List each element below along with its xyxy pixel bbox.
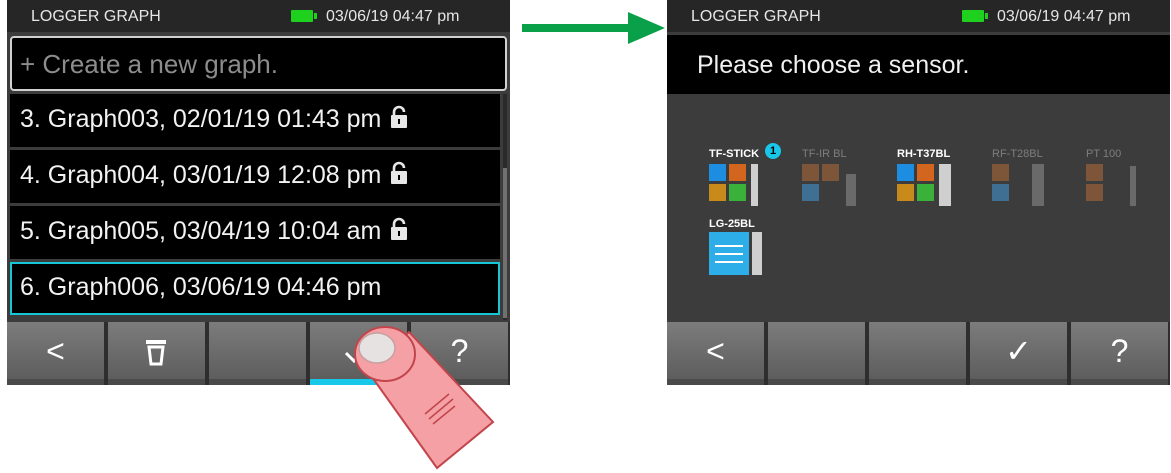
graph-list-item-6-selected[interactable]: 6. Graph006, 03/06/19 04:46 pm: [10, 262, 500, 315]
sensor-name: TF-IR BL: [802, 148, 847, 160]
back-button[interactable]: <: [7, 322, 104, 385]
temperature-icon: [917, 164, 934, 181]
flow-icon: [709, 232, 749, 275]
create-graph-button[interactable]: + Create a new graph.: [10, 36, 507, 91]
app-title: LOGGER GRAPH: [31, 8, 161, 25]
temperature-icon: [729, 164, 746, 181]
back-button[interactable]: <: [667, 322, 764, 385]
sensor-pt-100: PT 100: [1084, 148, 1159, 214]
sensor-tf-ir-bl: TF-IR BL: [800, 148, 875, 214]
status-datetime: 03/06/19 04:47 pm: [997, 8, 1131, 25]
temperature-icon: [1086, 184, 1103, 201]
key-underline: [209, 379, 306, 385]
scrollbar-thumb[interactable]: [503, 168, 507, 318]
sensor-rh-t37bl[interactable]: RH-T37BL: [895, 148, 970, 214]
back-label: <: [706, 333, 725, 369]
confirm-label: ✓: [1005, 333, 1032, 369]
graph-label: 3. Graph003, 02/01/19 01:43 pm: [20, 105, 382, 133]
help-label: ?: [1110, 333, 1129, 369]
probe-icon: [1032, 164, 1044, 206]
graph-label: 6. Graph006, 03/06/19 04:46 pm: [20, 273, 382, 301]
sensor-name: RH-T37BL: [897, 148, 951, 160]
pointing-finger-icon: [354, 326, 495, 470]
humidity-icon: [802, 184, 819, 201]
status-bar: LOGGER GRAPH 03/06/19 04:47 pm: [7, 0, 510, 32]
probe-icon: [1130, 166, 1136, 206]
temperature-icon: [992, 164, 1009, 181]
delete-button[interactable]: [108, 322, 205, 385]
lock-icon: [391, 161, 408, 184]
dewpoint-icon: [709, 184, 726, 201]
lock-icon: [391, 217, 408, 240]
key-underline: [7, 379, 104, 385]
humidity-icon: [992, 184, 1009, 201]
prompt-text: Please choose a sensor.: [667, 35, 1170, 94]
back-label: <: [46, 333, 65, 369]
key-underline: [1071, 379, 1168, 385]
sensor-name: PT 100: [1086, 148, 1122, 160]
right-screen: LOGGER GRAPH 03/06/19 04:47 pm Please ch…: [667, 0, 1170, 385]
key-underline: [108, 379, 205, 385]
empty-soft-key[interactable]: [869, 322, 966, 385]
trash-icon: [146, 340, 166, 366]
temperature-icon: [822, 164, 839, 181]
graph-list-item-3[interactable]: 3. Graph003, 02/01/19 01:43 pm: [10, 94, 500, 147]
sensor-name: RF-T28BL: [992, 148, 1043, 160]
status-bar: LOGGER GRAPH 03/06/19 04:47 pm: [667, 0, 1170, 32]
empty-soft-key[interactable]: [768, 322, 865, 385]
probe-icon: [752, 232, 762, 275]
app-title: LOGGER GRAPH: [691, 8, 821, 25]
empty-soft-key[interactable]: [209, 322, 306, 385]
graph-list-item-4[interactable]: 4. Graph004, 03/01/19 12:08 pm: [10, 150, 500, 203]
battery-full-icon: [962, 10, 988, 22]
temperature-icon: [802, 164, 819, 181]
key-underline: [667, 379, 764, 385]
sensor-name: LG-25BL: [709, 218, 755, 230]
key-underline: [869, 379, 966, 385]
probe-icon: [939, 164, 951, 206]
sensor-badge: 1: [765, 143, 781, 159]
sensor-lg-25bl[interactable]: LG-25BL: [707, 218, 782, 284]
graph-label: 5. Graph005, 03/04/19 10:04 am: [20, 217, 382, 245]
key-underline: [768, 379, 865, 385]
sensor-rf-t28bl: RF-T28BL: [990, 148, 1065, 214]
wetbulb-icon: [729, 184, 746, 201]
soft-key-bar: < ✓ ?: [667, 322, 1170, 385]
humidity-icon: [709, 164, 726, 181]
humidity-icon: [897, 164, 914, 181]
sensor-name: TF-STICK: [709, 148, 760, 160]
confirm-button[interactable]: ✓: [970, 322, 1067, 385]
probe-icon: [751, 164, 758, 206]
graph-list-item-5[interactable]: 5. Graph005, 03/04/19 10:04 am: [10, 206, 500, 259]
arrow-right-icon: [522, 12, 665, 44]
temperature-icon: [1086, 164, 1103, 181]
probe-icon: [846, 174, 856, 206]
battery-full-icon: [291, 10, 317, 22]
help-button[interactable]: ?: [1071, 322, 1168, 385]
lock-icon: [391, 105, 408, 128]
sensor-tf-stick[interactable]: TF-STICK 1: [707, 143, 782, 214]
graph-label: 4. Graph004, 03/01/19 12:08 pm: [20, 161, 382, 189]
wetbulb-icon: [917, 184, 934, 201]
status-datetime: 03/06/19 04:47 pm: [326, 8, 460, 25]
key-underline: [970, 379, 1067, 385]
dewpoint-icon: [897, 184, 914, 201]
